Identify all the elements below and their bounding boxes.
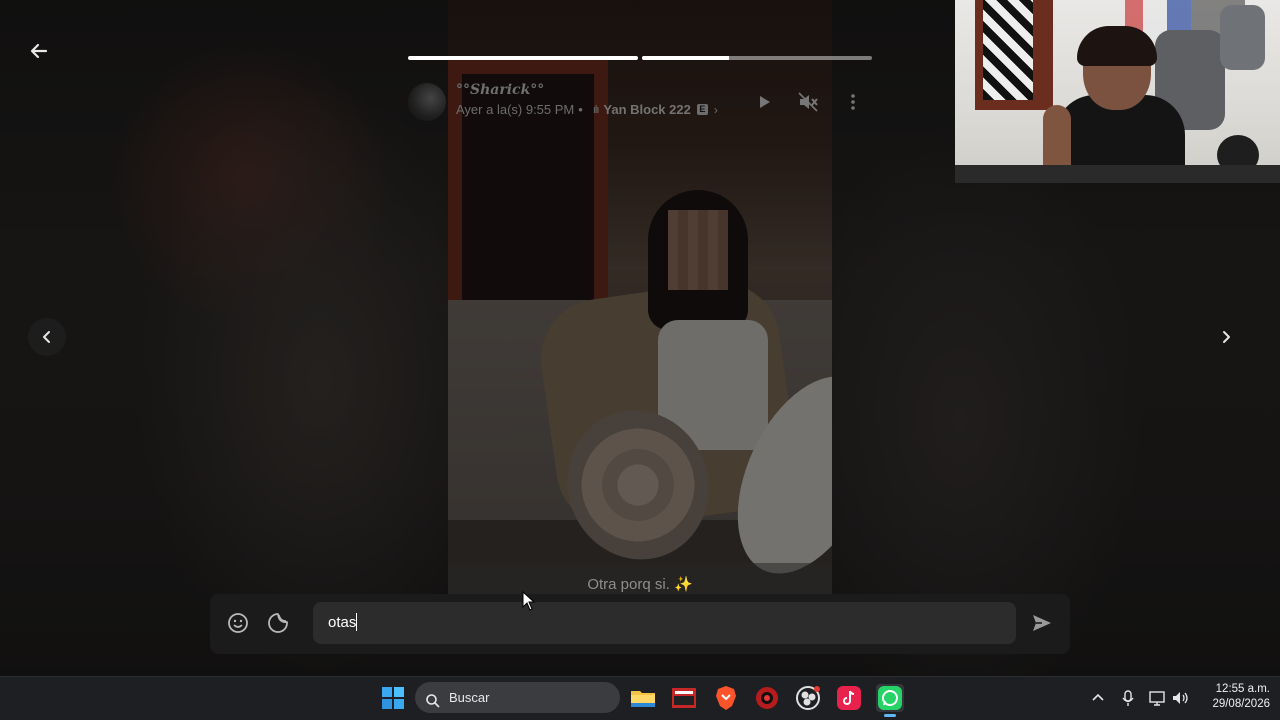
search-label: Buscar [449,690,490,705]
more-options-icon[interactable] [841,90,865,114]
brave-browser-icon[interactable] [712,684,740,712]
play-icon[interactable] [752,90,776,114]
microphone-icon[interactable] [1118,688,1138,708]
chevron-left-icon [43,331,50,343]
taskbar-search[interactable]: Buscar [415,682,620,713]
back-arrow-icon[interactable] [26,38,52,64]
taskbar-clock[interactable]: 12:55 a.m. 29/08/2026 [1196,682,1270,712]
volume-icon[interactable] [1170,688,1190,708]
status-progress-1 [408,56,638,60]
app-red-icon[interactable] [753,684,781,712]
status-progress-fill-1 [408,56,638,60]
voicemeeter-icon[interactable] [670,684,698,712]
chevron-right-icon[interactable]: › [714,103,718,117]
status-time: Ayer a la(s) 9:55 PM [456,102,575,117]
previous-status-button[interactable] [28,318,66,356]
reply-input[interactable]: otas [313,602,1016,644]
author-name[interactable]: °°Sharick°° [456,82,544,98]
send-icon[interactable] [1030,611,1054,635]
clock-time: 12:55 a.m. [1215,683,1270,695]
obs-icon[interactable] [794,684,822,712]
author-avatar[interactable] [408,83,446,121]
music-bars-icon: ılı [592,103,599,116]
text-caret [356,613,358,631]
meta-separator: • [578,102,583,117]
active-app-indicator [884,714,896,717]
next-status-button[interactable] [1207,318,1245,356]
status-meta: Ayer a la(s) 9:55 PM • ılı Yan Block 222… [456,102,718,117]
windows-start-icon[interactable] [379,684,407,712]
mouse-pointer-icon [522,590,536,616]
tiktok-icon[interactable] [835,684,863,712]
status-progress-fill-2 [642,56,730,60]
status-caption: Otra porq si. ✨ [448,563,832,595]
network-icon[interactable] [1147,688,1167,708]
status-progress-2 [642,56,872,60]
whatsapp-icon[interactable] [876,684,904,712]
reply-input-text: otas [328,614,357,631]
song-title[interactable]: Yan Block 222 [603,102,690,117]
emoji-icon[interactable] [226,611,250,635]
mute-icon[interactable] [796,90,820,114]
search-icon [425,689,441,708]
file-explorer-icon[interactable] [629,684,657,712]
chevron-right-icon [1223,331,1230,343]
chevron-up-icon[interactable] [1088,688,1108,708]
clock-date: 29/08/2026 [1212,698,1270,710]
explicit-badge: E [696,104,708,115]
webcam-overlay [955,0,1280,183]
whatsapp-status-viewer: Otra porq si. ✨ °°Sharick°° Ayer a la(s)… [0,0,1280,720]
sticker-icon[interactable] [266,611,290,635]
